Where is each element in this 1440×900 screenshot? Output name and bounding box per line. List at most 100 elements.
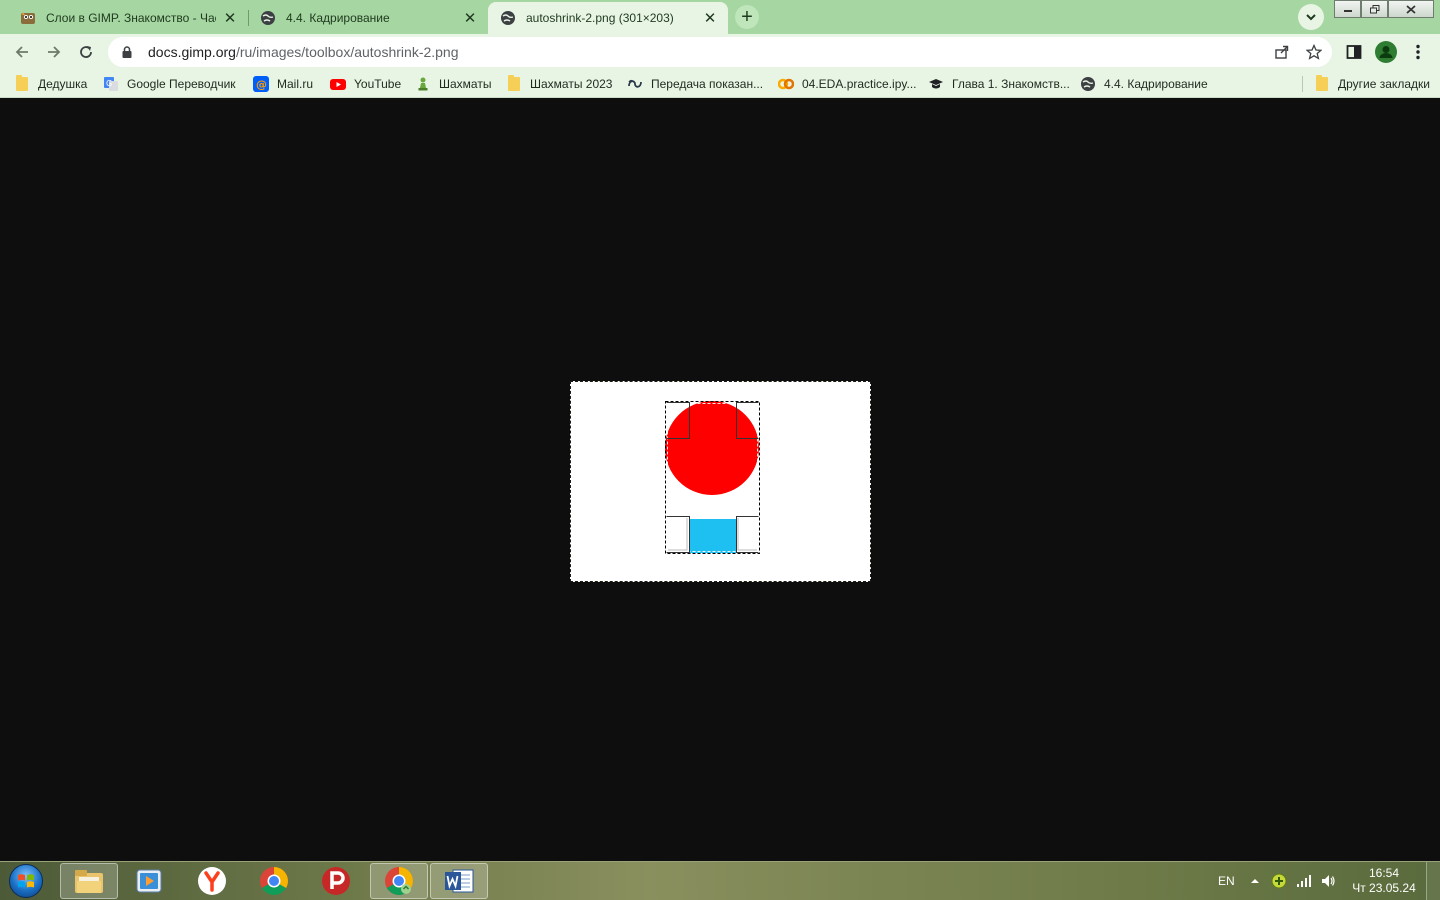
- bookmark-youtube[interactable]: YouTube: [330, 74, 401, 94]
- share-icon[interactable]: [1270, 40, 1294, 64]
- reload-button[interactable]: [72, 38, 100, 66]
- taskbar-yandex-browser[interactable]: [183, 863, 241, 899]
- mailru-icon: @: [253, 76, 269, 92]
- taskbar-presentation-app[interactable]: [307, 863, 365, 899]
- new-tab-button[interactable]: +: [735, 5, 759, 29]
- media-player-icon: [136, 869, 162, 893]
- autoshrink-illustration: [665, 401, 760, 554]
- lock-icon[interactable]: [120, 46, 134, 58]
- graduation-cap-icon: [928, 76, 944, 92]
- bookmark-label: YouTube: [354, 77, 402, 91]
- tab-close-icon[interactable]: ✕: [222, 10, 238, 27]
- start-button[interactable]: [4, 863, 48, 899]
- bookmark-label: Шахматы: [439, 77, 492, 91]
- chrome-remote-icon: [385, 867, 413, 895]
- tab-title: Слои в GIMP. Знакомство - Част: [46, 11, 216, 25]
- taskbar-chrome-active[interactable]: [370, 863, 428, 899]
- green-status-icon: [1271, 873, 1287, 889]
- bookmark-colab-eda[interactable]: 04.EDA.practice.ipy...: [778, 74, 917, 94]
- yandex-browser-icon: [198, 867, 226, 895]
- language-label: EN: [1218, 874, 1235, 888]
- forward-button[interactable]: [40, 38, 68, 66]
- plus-icon: +: [741, 6, 753, 28]
- bookmark-label: Дедушка: [38, 77, 88, 91]
- red-circle: [665, 401, 759, 495]
- avatar-icon: [1375, 41, 1397, 63]
- close-icon: [1406, 4, 1416, 14]
- taskbar-media-player[interactable]: [120, 863, 178, 899]
- bookmark-label: 4.4. Кадрирование: [1104, 77, 1208, 91]
- globe-icon: [260, 10, 276, 26]
- tray-volume[interactable]: [1320, 862, 1336, 900]
- restore-icon: [1369, 4, 1379, 13]
- url-text[interactable]: docs.gimp.org/ru/images/toolbox/autoshri…: [148, 44, 459, 60]
- url-domain: docs.gimp.org: [148, 44, 236, 60]
- side-panel-button[interactable]: [1340, 38, 1368, 66]
- youtube-icon: [330, 76, 346, 92]
- browser-toolbar: docs.gimp.org/ru/images/toolbox/autoshri…: [0, 34, 1440, 70]
- taskbar-chrome[interactable]: [245, 863, 303, 899]
- language-indicator[interactable]: EN: [1218, 862, 1235, 900]
- bookmark-cropping[interactable]: 4.4. Кадрирование: [1080, 74, 1208, 94]
- tray-network-status[interactable]: [1271, 862, 1287, 900]
- windows-logo-icon: [9, 864, 43, 898]
- address-bar[interactable]: docs.gimp.org/ru/images/toolbox/autoshri…: [108, 37, 1332, 67]
- speaker-icon: [1322, 875, 1335, 887]
- bookmark-label: 04.EDA.practice.ipy...: [802, 77, 917, 91]
- handle-bottom-left-inner: [668, 518, 688, 551]
- tab-close-icon[interactable]: ✕: [702, 10, 718, 27]
- restore-button[interactable]: [1361, 0, 1388, 18]
- tab-search-button[interactable]: [1298, 4, 1324, 30]
- bookmark-label: Mail.ru: [277, 77, 314, 91]
- chrome-icon: [260, 867, 288, 895]
- bookmark-mailru[interactable]: @ Mail.ru: [253, 74, 313, 94]
- tab-close-icon[interactable]: ✕: [462, 10, 478, 27]
- window-controls: [1334, 0, 1434, 18]
- presentation-app-icon: [322, 867, 350, 895]
- close-window-button[interactable]: [1388, 0, 1434, 18]
- globe-icon: [1080, 76, 1096, 92]
- profile-button[interactable]: [1372, 38, 1400, 66]
- side-panel-icon: [1346, 45, 1362, 59]
- taskbar-word[interactable]: [430, 863, 488, 899]
- bookmark-label: Глава 1. Знакомств...: [952, 77, 1070, 91]
- reload-icon: [80, 46, 92, 58]
- minimize-icon: [1343, 10, 1352, 12]
- back-button[interactable]: [8, 38, 36, 66]
- bookmark-label: Google Переводчик: [127, 77, 236, 91]
- image-viewer: [0, 99, 1440, 861]
- bookmark-dedushka[interactable]: Дедушка: [14, 74, 87, 94]
- bookmark-meter-readings[interactable]: Передача показан...: [627, 74, 763, 94]
- tab-autoshrink-image[interactable]: autoshrink-2.png (301×203) ✕: [488, 2, 728, 34]
- handle-bottom-left: [666, 516, 690, 553]
- svg-text:G: G: [106, 79, 112, 88]
- other-bookmarks[interactable]: Другие закладки: [1314, 74, 1430, 94]
- tab-cropping[interactable]: 4.4. Кадрирование ✕: [248, 2, 488, 34]
- url-path: /ru/images/toolbox/autoshrink-2.png: [235, 44, 459, 60]
- bookmark-star-icon[interactable]: [1302, 40, 1326, 64]
- bookmark-google-translate[interactable]: G Google Переводчик: [103, 74, 236, 94]
- tab-gimp-layers[interactable]: Слои в GIMP. Знакомство - Част ✕: [8, 2, 248, 34]
- word-icon: [445, 869, 474, 893]
- show-hidden-icons-button[interactable]: [1250, 862, 1260, 900]
- kebab-menu-icon: [1416, 44, 1420, 60]
- taskbar-clock[interactable]: 16:54 Чт 23.05.24: [1348, 866, 1420, 896]
- bookmark-chess-2023[interactable]: Шахматы 2023: [506, 74, 612, 94]
- tray-signal[interactable]: [1296, 862, 1312, 900]
- show-desktop-button[interactable]: [1426, 862, 1440, 900]
- tab-strip: Слои в GIMP. Знакомство - Част ✕ 4.4. Ка…: [0, 0, 1440, 34]
- folder-icon: [1314, 75, 1330, 92]
- bookmark-chapter-1[interactable]: Глава 1. Знакомств...: [928, 74, 1070, 94]
- displayed-image[interactable]: [570, 381, 871, 582]
- arrow-right-icon: [48, 46, 61, 58]
- tab-title: 4.4. Кадрирование: [286, 11, 390, 25]
- bookmark-chess[interactable]: Шахматы: [415, 74, 491, 94]
- tab-title: autoshrink-2.png (301×203): [526, 11, 674, 25]
- taskbar-explorer[interactable]: [60, 863, 118, 899]
- menu-button[interactable]: [1404, 38, 1432, 66]
- chevron-down-icon: [1306, 14, 1316, 21]
- folder-icon: [14, 75, 30, 92]
- handle-bottom-right: [736, 516, 759, 553]
- chevron-up-icon: [1251, 879, 1259, 883]
- minimize-button[interactable]: [1334, 0, 1361, 18]
